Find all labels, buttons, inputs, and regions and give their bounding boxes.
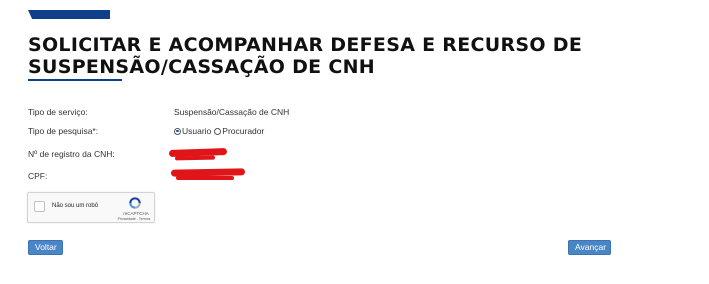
recaptcha-links[interactable]: Privacidade - Termos [114,217,154,221]
tipo-servico-label: Tipo de serviço: [28,107,88,117]
header-accent-bar [28,10,110,19]
recaptcha-checkbox[interactable] [34,201,45,212]
recaptcha-brand: reCAPTCHA [123,211,149,216]
recaptcha-widget: Não sou um robô reCAPTCHA Privacidade - … [27,192,155,223]
tipo-pesquisa-label: Tipo de pesquisa*: [28,126,99,136]
radio-option-procurador[interactable]: Procurador [214,124,264,138]
radio-usuario[interactable] [174,127,181,135]
radio-procurador[interactable] [214,127,222,135]
redacted-registro-cnh-stroke [174,155,216,161]
back-button[interactable]: Voltar [28,240,63,255]
recaptcha-logo-icon [129,197,141,209]
cpf-label: CPF: [28,171,48,181]
radio-usuario-label: Usuario [182,126,212,136]
page-title: SOLICITAR E ACOMPANHAR DEFESA E RECURSO … [28,34,583,78]
redacted-cpf-stroke [176,176,234,180]
tipo-servico-value: Suspensão/Cassação de CNH [174,107,290,117]
radio-procurador-label: Procurador [222,126,265,136]
next-button[interactable]: Avançar [568,240,611,255]
title-underline [28,79,122,81]
registro-cnh-label: Nº de registro da CNH: [28,149,115,159]
radio-option-usuario[interactable]: Usuario [174,124,211,138]
tipo-pesquisa-radio-group: Usuario Procurador [174,124,267,138]
recaptcha-label: Não sou um robô [52,203,99,209]
